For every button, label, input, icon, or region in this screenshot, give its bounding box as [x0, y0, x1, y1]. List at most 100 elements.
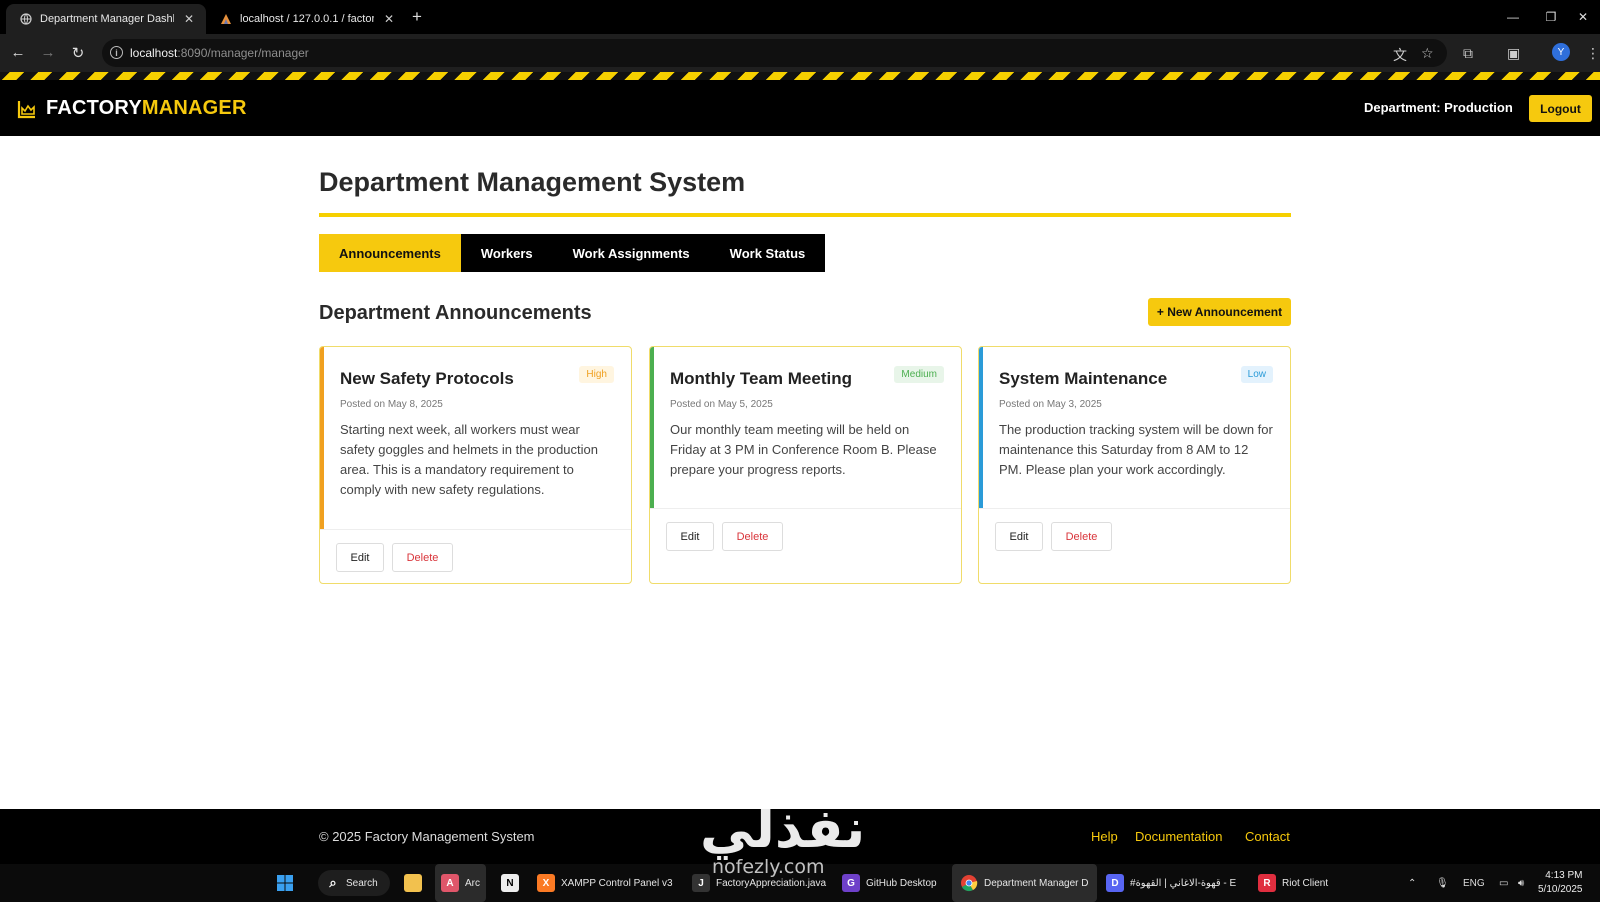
announcement-date: Posted on May 3, 2025 [999, 399, 1102, 410]
card-footer: Edit Delete [979, 508, 1290, 583]
taskbar-app-xampp[interactable]: X XAMPP Control Panel v3 [537, 864, 673, 902]
forward-icon[interactable]: → [38, 44, 58, 61]
announcement-body: Starting next week, all workers must wea… [340, 422, 599, 497]
taskbar-app-discord[interactable]: D #قهوة-الاغاني | القهوة - E [1106, 864, 1236, 902]
logo-text-factory: FACTORY [46, 97, 142, 119]
window-close-icon[interactable]: ✕ [1566, 0, 1600, 34]
notion-button[interactable]: N [501, 864, 525, 902]
taskbar-clock[interactable]: 4:13 PM 5/10/2025 [1538, 869, 1583, 897]
edit-button[interactable]: Edit [336, 543, 384, 572]
reload-icon[interactable]: ↻ [68, 44, 88, 62]
github-icon: G [842, 874, 860, 892]
title-divider [319, 213, 1291, 217]
card-body: Monthly Team Meeting Medium Posted on Ma… [650, 347, 961, 480]
xampp-icon: X [537, 874, 555, 892]
delete-button[interactable]: Delete [1051, 522, 1112, 551]
taskbar-app-label: Arc [465, 877, 480, 889]
taskbar-app-riot[interactable]: R Riot Client [1258, 864, 1328, 902]
delete-button[interactable]: Delete [722, 522, 783, 551]
taskbar-search[interactable]: ⌕ Search [318, 870, 390, 896]
announcement-card: Monthly Team Meeting Medium Posted on Ma… [649, 346, 962, 584]
taskbar-app-label: Department Manager D [984, 877, 1089, 889]
card-body: New Safety Protocols High Posted on May … [320, 347, 631, 500]
riot-icon: R [1258, 874, 1276, 892]
file-explorer-button[interactable] [404, 864, 428, 902]
translate-icon[interactable]: 文 [1393, 45, 1407, 65]
search-icon: ⌕ [329, 875, 337, 890]
watermark-logo: نفذلي [700, 797, 866, 860]
announcement-date: Posted on May 5, 2025 [670, 399, 773, 410]
restore-icon[interactable]: ❐ [1532, 0, 1570, 34]
address-bar[interactable]: i localhost:8090/manager/manager [102, 39, 1447, 67]
back-icon[interactable]: ← [8, 44, 28, 61]
phpmyadmin-icon [221, 14, 231, 24]
priority-badge: High [579, 366, 614, 383]
tray-chevron-icon[interactable]: ⌃ [1408, 864, 1416, 902]
footer-link-documentation[interactable]: Documentation [1135, 829, 1222, 844]
clock-date: 5/10/2025 [1538, 884, 1583, 895]
side-panel-icon[interactable]: ▣ [1507, 45, 1520, 62]
minimize-icon[interactable]: — [1494, 0, 1532, 34]
profile-avatar[interactable]: Y [1552, 43, 1570, 61]
copyright-text: © 2025 Factory Management System [319, 829, 535, 844]
edit-button[interactable]: Edit [995, 522, 1043, 551]
card-footer: Edit Delete [650, 508, 961, 583]
browser-tab-active[interactable]: Department Manager Dashboa ✕ [6, 4, 206, 34]
tab-workers[interactable]: Workers [461, 234, 553, 272]
browser-toolbar: ← → ↻ i localhost:8090/manager/manager 文… [0, 34, 1600, 72]
delete-button[interactable]: Delete [392, 543, 453, 572]
arc-icon: A [441, 874, 459, 892]
taskbar-app-label: #قهوة-الاغاني | القهوة - E [1130, 877, 1237, 889]
taskbar-app-label: Riot Client [1282, 877, 1329, 889]
folder-icon [404, 874, 422, 892]
card-body: System Maintenance Low Posted on May 3, … [979, 347, 1290, 480]
announcement-body: Our monthly team meeting will be held on… [670, 422, 937, 477]
network-icon[interactable]: ▭ [1499, 864, 1508, 902]
close-icon[interactable]: ✕ [384, 12, 394, 26]
language-indicator[interactable]: ENG [1463, 864, 1485, 902]
tab-work-assignments[interactable]: Work Assignments [553, 234, 710, 272]
extensions-icon[interactable]: ⧉ [1463, 45, 1473, 62]
taskbar-app-chrome[interactable]: Department Manager D [952, 864, 1097, 902]
tab-title: Department Manager Dashboa [40, 13, 174, 25]
new-announcement-button[interactable]: + New Announcement [1148, 298, 1291, 326]
taskbar-app-label: FactoryAppreciation.java [716, 877, 827, 889]
footer-link-help[interactable]: Help [1091, 829, 1118, 844]
section-tabs: Announcements Workers Work Assignments W… [319, 234, 826, 272]
announcement-date: Posted on May 8, 2025 [340, 399, 443, 410]
menu-dots-icon[interactable]: ⋮ [1586, 45, 1600, 62]
announcement-body: The production tracking system will be d… [999, 422, 1273, 477]
os-taskbar: nofezly.com ⌕ Search A Arc N X XAMPP Con… [0, 856, 1600, 902]
taskbar-app-arc[interactable]: A Arc [435, 864, 486, 902]
footer-link-contact[interactable]: Contact [1245, 829, 1290, 844]
url-host: localhost [130, 46, 178, 60]
discord-icon: D [1106, 874, 1124, 892]
start-button[interactable] [276, 864, 300, 902]
tab-announcements[interactable]: Announcements [319, 234, 461, 272]
site-info-icon[interactable]: i [110, 46, 123, 59]
announcement-title: New Safety Protocols [340, 369, 514, 388]
url-path: :8090/manager/manager [177, 46, 309, 60]
taskbar-app-ide[interactable]: J FactoryAppreciation.java [692, 864, 826, 902]
page-title: Department Management System [319, 167, 746, 197]
taskbar-app-label: XAMPP Control Panel v3 [561, 877, 673, 889]
factory-chart-icon [17, 100, 35, 118]
new-tab-icon[interactable]: + [412, 7, 422, 27]
notion-icon: N [501, 874, 519, 892]
browser-tab[interactable]: localhost / 127.0.0.1 / factory / ✕ [206, 4, 406, 34]
tab-title: localhost / 127.0.0.1 / factory / [240, 13, 374, 25]
priority-badge: Medium [894, 366, 944, 383]
browser-tab-bar: Department Manager Dashboa ✕ localhost /… [0, 0, 1600, 34]
volume-icon[interactable]: 🔊︎ [1518, 864, 1524, 902]
edit-button[interactable]: Edit [666, 522, 714, 551]
card-footer: Edit Delete [320, 529, 631, 583]
windows-logo-icon [277, 875, 293, 891]
tab-work-status[interactable]: Work Status [710, 234, 826, 272]
bookmark-star-icon[interactable]: ☆ [1421, 45, 1434, 62]
taskbar-app-label: GitHub Desktop [866, 877, 937, 889]
close-icon[interactable]: ✕ [184, 12, 194, 26]
microphone-icon[interactable]: 🎙︎ [1436, 864, 1449, 902]
taskbar-app-github[interactable]: G GitHub Desktop [842, 864, 937, 902]
logout-button[interactable]: Logout [1529, 95, 1592, 122]
logo[interactable]: FACTORY MANAGER [17, 97, 247, 120]
